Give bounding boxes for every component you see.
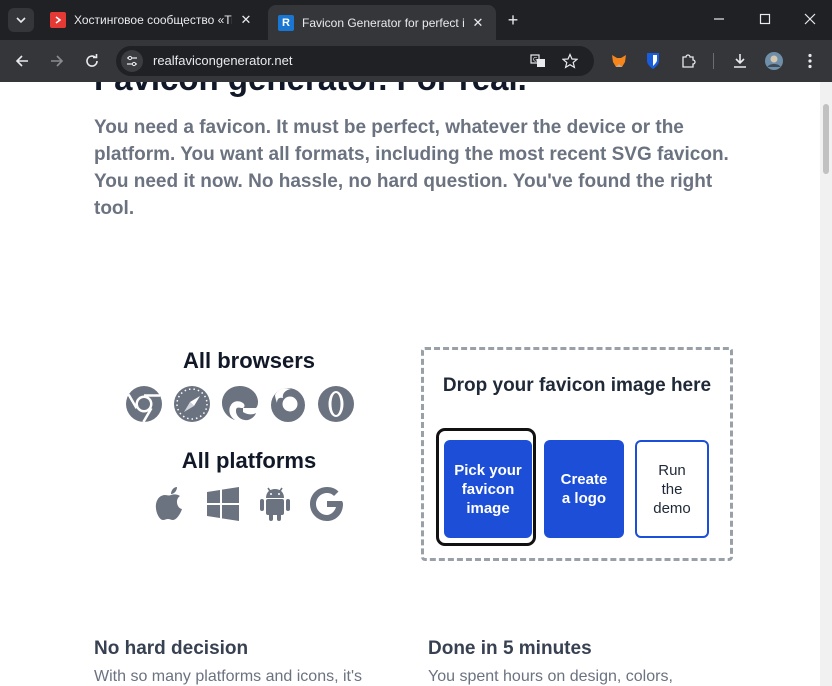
browser-icons-row <box>125 385 355 423</box>
reload-icon <box>86 54 98 67</box>
run-demo-button[interactable]: Run the demo <box>635 440 709 538</box>
safari-icon <box>173 385 211 423</box>
translate-button[interactable]: G <box>528 51 548 71</box>
timeweb-favicon-icon <box>50 12 66 28</box>
tune-icon <box>127 55 137 67</box>
close-tab-icon[interactable]: ✕ <box>238 12 254 28</box>
site-info-button[interactable] <box>121 50 143 72</box>
feature-title: No hard decision <box>94 638 249 659</box>
browser-menu-button[interactable] <box>799 50 821 72</box>
page-headline: Favicon generator. For real. <box>94 82 527 98</box>
url-text: realfavicongenerator.net <box>153 53 293 68</box>
minimize-icon <box>714 18 724 20</box>
fox-icon <box>612 55 626 67</box>
firefox-icon <box>269 385 307 423</box>
edge-icon <box>221 385 259 423</box>
create-logo-button[interactable]: Create a logo <box>544 440 624 538</box>
address-bar[interactable]: realfavicongenerator.net G <box>116 46 594 76</box>
apple-icon <box>152 485 190 523</box>
puzzle-icon <box>682 54 696 68</box>
lead-paragraph: You need a favicon. It must be perfect, … <box>94 117 729 219</box>
tab-title: Favicon Generator for perfect icons <box>302 15 464 30</box>
star-icon <box>562 53 578 69</box>
platform-icons-row <box>152 485 346 523</box>
bitwarden-extension-button[interactable] <box>642 50 664 72</box>
google-icon <box>308 485 346 523</box>
bookmark-button[interactable] <box>560 51 580 71</box>
arrow-left-icon <box>15 55 28 67</box>
windows-icon <box>204 485 242 523</box>
tab-favicon-generator[interactable]: R Favicon Generator for perfect icons ✕ <box>268 5 496 40</box>
downloads-button[interactable] <box>729 50 751 72</box>
opera-icon <box>317 385 355 423</box>
platforms-title: All platforms <box>181 448 317 473</box>
feature-text: You spent hours on design, colors, <box>428 668 673 685</box>
avatar-icon <box>765 52 783 70</box>
svg-text:G: G <box>533 57 538 64</box>
toolbar-divider <box>713 53 714 69</box>
feature-title: Done in 5 minutes <box>428 638 592 659</box>
page-content: Favicon generator. For real. You need a … <box>0 82 820 686</box>
minimize-button[interactable] <box>704 6 734 32</box>
new-tab-button[interactable]: + <box>502 8 524 32</box>
close-tab-icon[interactable]: ✕ <box>470 15 486 31</box>
pick-image-button[interactable]: Pick your favicon image <box>444 440 532 538</box>
chevron-down-icon <box>16 17 26 24</box>
close-icon <box>804 13 816 25</box>
drop-zone-text: Drop your favicon image here <box>442 375 712 396</box>
close-window-button[interactable] <box>795 6 825 32</box>
extensions-button[interactable] <box>677 50 699 72</box>
scrollbar-thumb[interactable] <box>823 104 829 174</box>
reload-button[interactable] <box>80 49 104 73</box>
download-icon <box>734 54 746 68</box>
tab-title: Хостинговое сообщество «Timeweb» <box>74 13 232 27</box>
drop-zone[interactable]: Drop your favicon image here Pick your f… <box>421 347 733 561</box>
feature-text: With so many platforms and icons, it's <box>94 668 363 685</box>
forward-button[interactable] <box>45 49 69 73</box>
arrow-right-icon <box>51 55 64 67</box>
translate-icon: G <box>530 54 545 67</box>
metamask-extension-button[interactable] <box>608 50 630 72</box>
profile-avatar[interactable] <box>763 50 785 72</box>
maximize-icon <box>759 13 771 25</box>
browsers-title: All browsers <box>182 348 316 373</box>
more-vertical-icon <box>808 53 812 69</box>
android-icon <box>256 485 294 523</box>
shield-icon <box>647 53 659 69</box>
realfavicon-favicon-icon: R <box>278 14 294 31</box>
back-button[interactable] <box>10 49 34 73</box>
chrome-icon <box>125 385 163 423</box>
tab-bar: Хостинговое сообщество «Timeweb» ✕ R Fav… <box>0 0 832 40</box>
maximize-button[interactable] <box>750 6 780 32</box>
browser-toolbar: realfavicongenerator.net G <box>0 40 832 82</box>
tab-search-button[interactable] <box>8 8 34 32</box>
page-scrollbar[interactable] <box>820 82 832 686</box>
tab-timeweb[interactable]: Хостинговое сообщество «Timeweb» ✕ <box>40 5 264 35</box>
